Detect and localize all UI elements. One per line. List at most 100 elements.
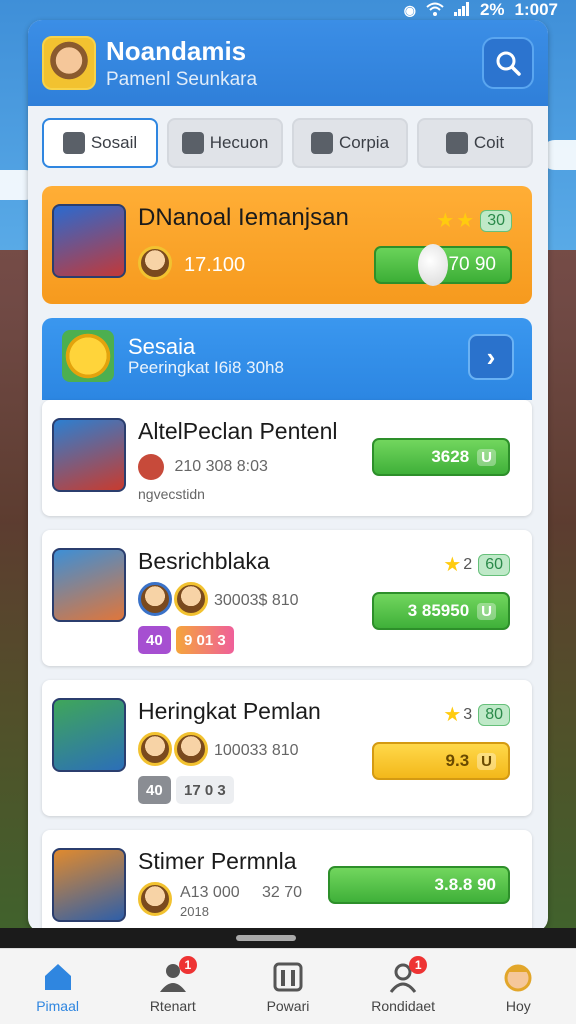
tag-icon <box>310 132 333 154</box>
card-portrait <box>52 698 126 772</box>
tab-label: Coit <box>473 133 505 152</box>
star-icon: ★ <box>443 704 462 726</box>
card-portrait <box>52 418 126 492</box>
notification-badge: 1 <box>178 955 197 974</box>
battery-text: 2% <box>479 0 505 19</box>
pin-icon <box>62 132 85 154</box>
nav-item-powari[interactable]: Powari <box>238 960 338 1014</box>
star-icon: ★ <box>443 554 462 576</box>
signal-icon <box>453 1 470 19</box>
book-icon <box>181 132 204 154</box>
card-action-button[interactable]: 3.8.8 90 <box>328 866 510 904</box>
app-title: Noandamis <box>106 35 247 66</box>
tab-label: Hecuon <box>209 133 269 152</box>
banner-title: Sesaia <box>128 334 196 359</box>
banner-subtitle: Peeringkat I6i8 30h8 <box>128 358 284 377</box>
card-mini-avatar <box>138 882 172 916</box>
card-tag: 9 01 3 <box>176 626 234 654</box>
featured-title: DNanoal Iemanjsan <box>138 204 349 231</box>
card-action-value: 3628 <box>431 447 470 466</box>
tab-label: Corpia <box>338 133 390 152</box>
featured-count: 17.100 <box>184 254 246 276</box>
card-line2: 2018 <box>180 904 209 919</box>
card-tag: 40 <box>138 776 171 804</box>
home-indicator <box>0 928 576 948</box>
card-action-button[interactable]: 9.3 U <box>372 742 510 780</box>
star-icon: ★ <box>436 210 455 232</box>
card-line1: 100033 810 <box>214 742 299 759</box>
tab-corpia[interactable]: Corpia <box>292 118 408 168</box>
card-portrait <box>52 848 126 922</box>
list-item[interactable]: Stimer Permnla A13 000 2018 32 70 3.8.8 … <box>42 830 532 932</box>
featured-portrait <box>52 204 126 278</box>
avatar-icon <box>504 964 532 991</box>
card-action-button[interactable]: 3628 U <box>372 438 510 476</box>
status-bar: ◉ 2% 1:007 <box>404 0 558 20</box>
card-action-tag: U <box>477 448 496 466</box>
card-title: Heringkat Pemlan <box>138 698 321 724</box>
tab-label: Sosail <box>90 133 138 152</box>
tab-coit[interactable]: Coit <box>417 118 533 168</box>
card-line1: 210 308 8:03 <box>174 458 268 476</box>
tab-sosail[interactable]: Sosail <box>42 118 158 168</box>
list-item[interactable]: Heringkat Pemlan 100033 810 40 17 0 3 ★ … <box>42 680 532 816</box>
stars-count: 3 <box>463 705 473 723</box>
home-bar[interactable] <box>236 935 296 941</box>
wifi-icon <box>426 2 444 19</box>
location-icon: ◉ <box>403 1 416 18</box>
coin-icon <box>62 330 114 382</box>
card-meta: 210 308 8:03 <box>138 454 268 480</box>
card-badge: 60 <box>478 553 510 576</box>
card-line1: A13 000 <box>180 884 240 901</box>
card-badge: 80 <box>478 703 510 726</box>
featured-mini-avatar <box>138 246 172 280</box>
nav-item-rtenart[interactable]: 1 Rtenart <box>123 955 223 1014</box>
card-title: AltelPeclan Pentenl <box>138 418 338 444</box>
main-panel: Noandamis Pamenl Seunkara Sosail Hecuon … <box>28 20 548 932</box>
chevron-right-button[interactable]: › <box>468 334 514 380</box>
featured-action-button[interactable]: 70 90 <box>374 244 512 286</box>
card-action-value: 3.8.8 90 <box>434 875 496 894</box>
card-line1b: 32 70 <box>262 884 303 901</box>
nav-item-pimaal[interactable]: Pimaal <box>8 960 108 1014</box>
promo-banner[interactable]: Sesaia Peeringkat I6i8 30h8 › <box>42 318 532 400</box>
card-action-value: 3 85950 <box>407 601 470 620</box>
card-mini-avatar <box>174 732 208 766</box>
card-action-button[interactable]: 3 85950 U <box>372 592 510 630</box>
list-item[interactable]: Besrichblaka 30003$ 810 40 9 01 3 ★ 2 60… <box>42 530 532 666</box>
featured-action-value: 70 90 <box>448 254 496 275</box>
featured-card[interactable]: DNanoal Iemanjsan 17.100 ★ ★ 30 70 90 <box>42 186 532 304</box>
card-mini-avatar <box>138 732 172 766</box>
card-mini-avatar <box>174 582 208 616</box>
tab-hecuon[interactable]: Hecuon <box>167 118 283 168</box>
stars-count: 2 <box>463 555 473 573</box>
notification-badge: 1 <box>409 955 428 974</box>
list-item[interactable]: AltelPeclan Pentenl 210 308 8:03 ngvecst… <box>42 400 532 516</box>
card-stars: ★ 3 80 <box>443 702 510 727</box>
card-line1: 30003$ 810 <box>214 592 299 609</box>
app-subtitle: Pamenl Seunkara <box>106 68 258 90</box>
tab-bar: Sosail Hecuon Corpia Coit <box>28 106 548 168</box>
card-action-tag: U <box>477 602 496 620</box>
card-tag: 40 <box>138 626 171 654</box>
app-header: Noandamis Pamenl Seunkara <box>28 20 548 106</box>
profile-avatar[interactable] <box>42 36 96 90</box>
nav-label: Hoy <box>505 997 531 1014</box>
nav-label: Rondidaet <box>371 997 436 1014</box>
item-icon <box>138 454 164 480</box>
clock: 1:007 <box>514 0 558 19</box>
nav-label: Pimaal <box>36 997 79 1014</box>
slider-knob[interactable] <box>418 244 448 286</box>
card-line2: ngvecstidn <box>138 486 205 502</box>
card-tag: 17 0 3 <box>176 776 234 804</box>
featured-badge: 30 <box>480 209 512 232</box>
card-action-tag: U <box>477 752 496 770</box>
card-title: Stimer Permnla <box>138 848 297 874</box>
search-button[interactable] <box>482 37 534 89</box>
nav-item-hoy[interactable]: Hoy <box>468 960 568 1014</box>
card-title: Besrichblaka <box>138 548 270 574</box>
featured-stars: ★ ★ 30 <box>436 208 512 233</box>
nav-item-rondidaet[interactable]: 1 Rondidaet <box>353 955 453 1014</box>
nav-label: Rtenart <box>149 997 196 1014</box>
nav-label: Powari <box>266 997 310 1014</box>
